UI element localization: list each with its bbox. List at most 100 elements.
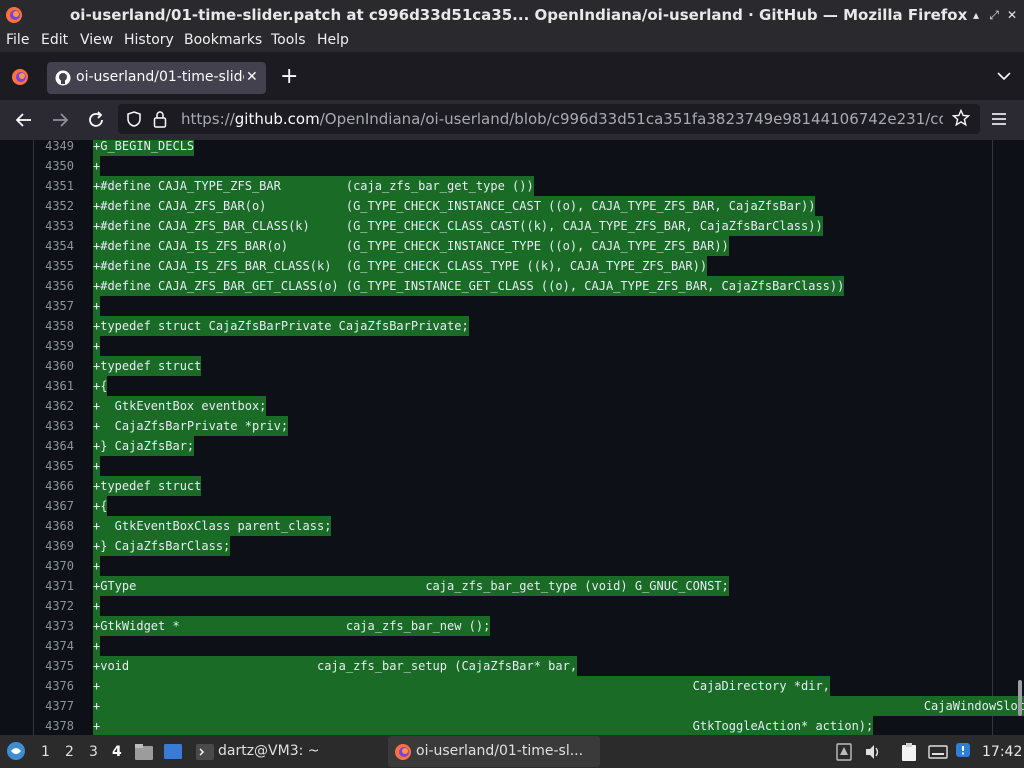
menu-tools[interactable]: Tools xyxy=(271,32,306,48)
code-line: 4364 +} CajaZfsBar; xyxy=(34,436,992,456)
code-line: 4373 +GtkWidget * caja_zfs_bar_new (); xyxy=(34,616,992,636)
menu-edit[interactable]: Edit xyxy=(41,32,68,48)
workspace-2[interactable]: 2 xyxy=(65,744,74,760)
forward-arrow-icon[interactable] xyxy=(50,110,70,130)
firefox-view-icon[interactable] xyxy=(11,68,29,86)
code-text: + xyxy=(93,336,101,356)
code-text: +#define CAJA_ZFS_BAR(o) (G_TYPE_CHECK_I… xyxy=(93,196,816,216)
line-number[interactable]: 4364 xyxy=(34,436,74,456)
clock: 17:42 xyxy=(982,744,1023,760)
line-number[interactable]: 4366 xyxy=(34,476,74,496)
workspace-3[interactable]: 3 xyxy=(89,744,98,760)
code-text: + GtkToggleAction* action); xyxy=(93,716,874,735)
bookmark-star-icon[interactable] xyxy=(952,109,970,127)
collapse-window-button[interactable]: ▴ xyxy=(968,7,984,23)
task-firefox[interactable]: oi-userland/01-time-sl... xyxy=(388,736,600,767)
menu-history[interactable]: History xyxy=(124,32,174,48)
workspace-1[interactable]: 1 xyxy=(41,744,50,760)
line-number[interactable]: 4350 xyxy=(34,156,74,176)
menu-file[interactable]: File xyxy=(6,32,29,48)
line-number[interactable]: 4349 xyxy=(34,140,74,156)
tracking-protection-shield-icon[interactable] xyxy=(126,111,142,127)
lock-icon[interactable] xyxy=(153,110,167,128)
menubar: File Edit View History Bookmarks Tools H… xyxy=(0,30,1024,52)
show-desktop-icon[interactable] xyxy=(163,743,183,761)
workspace-4[interactable]: 4 xyxy=(112,744,122,760)
code-text: +} CajaZfsBar; xyxy=(93,436,195,456)
line-number[interactable]: 4374 xyxy=(34,636,74,656)
line-number[interactable]: 4368 xyxy=(34,516,74,536)
line-number[interactable]: 4358 xyxy=(34,316,74,336)
line-number[interactable]: 4367 xyxy=(34,496,74,516)
code-line: 4368 + GtkEventBoxClass parent_class; xyxy=(34,516,992,536)
file-manager-icon[interactable] xyxy=(134,743,154,761)
keyboard-icon[interactable] xyxy=(928,744,948,760)
code-text: +} CajaZfsBarClass; xyxy=(93,536,231,556)
code-line: 4365 + xyxy=(34,456,992,476)
code-line: 4357 + xyxy=(34,296,992,316)
line-number[interactable]: 4377 xyxy=(34,696,74,716)
new-tab-button[interactable]: + xyxy=(280,65,298,89)
line-number[interactable]: 4365 xyxy=(34,456,74,476)
start-menu-icon[interactable] xyxy=(6,741,26,761)
tab-github-patch[interactable]: oi-userland/01-time-slide ✕ xyxy=(47,62,266,94)
line-number[interactable]: 4373 xyxy=(34,616,74,636)
code-line: 4354 +#define CAJA_IS_ZFS_BAR(o) (G_TYPE_… xyxy=(34,236,992,256)
code-line: 4356 +#define CAJA_ZFS_BAR_GET_CLASS(o) (… xyxy=(34,276,992,296)
line-number[interactable]: 4363 xyxy=(34,416,74,436)
scrollbar-thumb[interactable] xyxy=(1018,680,1022,716)
line-number[interactable]: 4369 xyxy=(34,536,74,556)
task-terminal[interactable]: dartz@VM3: ~ xyxy=(190,736,380,767)
code-text: + xyxy=(93,556,101,576)
line-number[interactable]: 4352 xyxy=(34,196,74,216)
notification-icon[interactable] xyxy=(955,742,971,758)
url-bar[interactable]: https://github.com/OpenIndiana/oi-userla… xyxy=(118,104,980,134)
reload-icon[interactable] xyxy=(86,110,106,130)
url-host: github.com xyxy=(234,110,320,128)
menu-view[interactable]: View xyxy=(80,32,113,48)
line-number[interactable]: 4355 xyxy=(34,256,74,276)
line-number[interactable]: 4361 xyxy=(34,376,74,396)
code-line: 4353 +#define CAJA_ZFS_BAR_CLASS(k) (G_TY… xyxy=(34,216,992,236)
line-number[interactable]: 4359 xyxy=(34,336,74,356)
line-number[interactable]: 4375 xyxy=(34,656,74,676)
menu-help[interactable]: Help xyxy=(317,32,349,48)
code-view: 4349 +G_BEGIN_DECLS 4350 +4351 +#define CAJA… xyxy=(33,140,1024,735)
code-text: +typedef struct xyxy=(93,356,202,376)
line-number[interactable]: 4354 xyxy=(34,236,74,256)
window-title: oi-userland/01-time-slider.patch at c996… xyxy=(70,6,968,24)
hamburger-menu-icon[interactable] xyxy=(991,111,1007,127)
volume-icon[interactable] xyxy=(864,743,882,761)
line-number[interactable]: 4353 xyxy=(34,216,74,236)
line-number[interactable]: 4378 xyxy=(34,716,74,735)
line-number[interactable]: 4370 xyxy=(34,556,74,576)
code-text: +typedef struct xyxy=(93,476,202,496)
line-number[interactable]: 4371 xyxy=(34,576,74,596)
code-line: 4372 + xyxy=(34,596,992,616)
code-line: 4350 + xyxy=(34,156,992,176)
menu-bookmarks[interactable]: Bookmarks xyxy=(184,32,262,48)
url-path: /OpenIndiana/oi-userland/blob/c996d33d51… xyxy=(319,110,943,128)
code-line: 4355 +#define CAJA_IS_ZFS_BAR_CLASS(k) (G… xyxy=(34,256,992,276)
back-arrow-icon[interactable] xyxy=(14,110,34,130)
list-all-tabs-icon[interactable] xyxy=(996,68,1012,84)
clipboard-icon[interactable] xyxy=(900,742,918,762)
line-number[interactable]: 4362 xyxy=(34,396,74,416)
line-number[interactable]: 4376 xyxy=(34,676,74,696)
code-text: +#define CAJA_IS_ZFS_BAR_CLASS(k) (G_TYP… xyxy=(93,256,708,276)
usb-drive-icon[interactable] xyxy=(836,743,852,761)
line-number[interactable]: 4356 xyxy=(34,276,74,296)
close-tab-icon[interactable]: ✕ xyxy=(246,69,258,85)
code-text: + CajaDirectory *dir, xyxy=(93,676,830,696)
url-text[interactable]: https://github.com/OpenIndiana/oi-userla… xyxy=(181,110,943,128)
terminal-icon xyxy=(196,744,214,760)
line-number[interactable]: 4351 xyxy=(34,176,74,196)
line-number[interactable]: 4360 xyxy=(34,356,74,376)
taskbar: 1 2 3 4 dartz@VM3: ~ oi-userland/01-time… xyxy=(0,735,1024,768)
code-line: 4352 +#define CAJA_ZFS_BAR(o) (G_TYPE_CHE… xyxy=(34,196,992,216)
close-window-button[interactable]: ✕ xyxy=(1004,7,1020,23)
line-number[interactable]: 4372 xyxy=(34,596,74,616)
maximize-window-button[interactable]: ⤢ xyxy=(986,7,1002,23)
line-number[interactable]: 4357 xyxy=(34,296,74,316)
code-line: 4374 + xyxy=(34,636,992,656)
